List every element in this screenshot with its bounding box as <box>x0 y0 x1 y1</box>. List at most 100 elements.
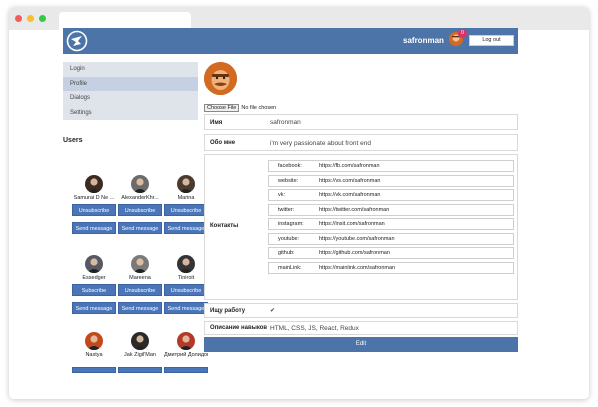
sidebar-item-settings[interactable]: Settings <box>63 106 198 121</box>
file-upload: Choose File No file chosen <box>204 104 276 112</box>
contact-field[interactable]: vk: https://vk.com/safronman <box>268 189 514 201</box>
user-card: Jak Zigil'Man <box>118 332 162 358</box>
about-value: i'm very passionate about front end <box>270 140 371 147</box>
user-action-button[interactable] <box>118 367 162 373</box>
notification-badge: 0 <box>458 29 467 38</box>
user-avatar[interactable] <box>177 332 195 350</box>
skills-value: HTML, CSS, JS, React, Redux <box>270 325 359 332</box>
user-avatar[interactable] <box>177 175 195 193</box>
user-avatar[interactable] <box>177 255 195 273</box>
subscribe-button[interactable]: Subscribe <box>72 284 116 296</box>
user-name: Nastya <box>85 352 103 358</box>
contact-field[interactable]: instagram: https://insit.com/safronman <box>268 218 514 230</box>
user-card: Дмитрий Долидов <box>164 332 208 358</box>
contact-value: https://youtube.com/safronman <box>319 235 395 242</box>
contact-field[interactable]: youtube: https://youtube.com/safronman <box>268 232 514 245</box>
send-message-button[interactable]: Send message <box>164 302 208 314</box>
minimize-window-icon[interactable] <box>27 15 34 22</box>
profile-name-row: Имя safronman <box>204 114 518 130</box>
contact-key: mainLink: <box>278 264 302 271</box>
profile-avatar-icon <box>204 62 237 95</box>
send-message-button[interactable]: Send message <box>164 222 208 234</box>
user-avatar-icon <box>179 335 193 350</box>
unsubscribe-button[interactable]: Unsubscribe <box>118 284 162 296</box>
no-file-label: No file chosen <box>241 105 277 111</box>
contact-field[interactable]: facebook: https://fb.com/safronman <box>268 160 514 172</box>
logout-button[interactable]: Log out <box>469 35 514 46</box>
send-message-button[interactable]: Send message <box>72 302 116 314</box>
profile-avatar <box>204 62 237 95</box>
user-avatar[interactable] <box>131 175 149 193</box>
user-action-button[interactable] <box>164 367 208 373</box>
contact-value: https://vs.com/safronman <box>319 177 381 184</box>
user-card: AlexanderKhr... <box>118 175 162 201</box>
send-message-button[interactable]: Send message <box>72 222 116 234</box>
contact-key: instagram: <box>278 221 304 227</box>
send-message-button[interactable]: Send message <box>118 302 162 314</box>
profile-job-row: Ищу работу ✔ <box>204 303 518 318</box>
about-label: Обо мне <box>210 140 236 146</box>
contact-key: vk: <box>278 192 286 198</box>
sidebar-item-login[interactable]: Login <box>63 62 198 77</box>
user-name: Дмитрий Долидов <box>164 352 208 358</box>
choose-file-button[interactable]: Choose File <box>204 104 240 112</box>
unsubscribe-button[interactable]: Unsubscribe <box>164 204 208 216</box>
user-avatar-icon <box>133 258 147 273</box>
name-label: Имя <box>210 120 223 126</box>
maximize-window-icon[interactable] <box>39 15 46 22</box>
browser-chrome <box>9 7 589 30</box>
user-avatar-icon <box>179 178 193 193</box>
user-card: Nastya <box>72 332 116 358</box>
unsubscribe-button[interactable]: Unsubscribe <box>164 284 208 296</box>
sidebar-item-profile[interactable]: Profile <box>63 76 198 91</box>
contact-value: https://fb.com/safronman <box>319 163 380 169</box>
profile-skills-row: Описание навыков HTML, CSS, JS, React, R… <box>204 321 518 335</box>
contact-value: https://insit.com/safronman <box>319 221 385 227</box>
contact-field[interactable]: mainLink: https://mainlink.com/safronman <box>268 261 514 274</box>
user-avatar[interactable] <box>131 332 149 350</box>
sidebar-item-dialogs[interactable]: Dialogs <box>63 91 198 106</box>
contact-key: twitter: <box>278 206 295 213</box>
user-avatar-icon <box>133 178 147 193</box>
user-name: Mareena <box>129 275 151 281</box>
user-card: Tiniroit <box>164 255 208 281</box>
user-card: Marina <box>164 175 208 201</box>
user-name: Marina <box>177 195 195 201</box>
skills-label: Описание навыков <box>210 325 268 331</box>
contact-field[interactable]: website: https://vs.com/safronman <box>268 174 514 187</box>
job-label: Ищу работу <box>210 308 246 314</box>
close-window-icon[interactable] <box>15 15 22 22</box>
send-message-button[interactable]: Send message <box>118 222 162 234</box>
contact-value: https://mainlink.com/safronman <box>319 264 396 271</box>
contact-key: website: <box>278 177 299 184</box>
contact-field[interactable]: github: https://github.com/safronman <box>268 247 514 259</box>
logo-icon <box>66 30 88 52</box>
name-value: safronman <box>270 119 301 126</box>
user-card: Samurai D Ne ... <box>72 175 116 201</box>
user-card: Mareena <box>118 255 162 281</box>
edit-button[interactable]: Edit <box>204 337 518 352</box>
user-avatar[interactable] <box>85 175 103 193</box>
sidebar-nav: Login Profile Dialogs Settings <box>63 62 198 120</box>
contact-field[interactable]: twitter: https://twitter.com/safronman <box>268 203 514 216</box>
header-username: safronman <box>403 36 444 45</box>
contacts-label: Контакты <box>210 223 239 229</box>
user-avatar-icon <box>87 178 101 193</box>
user-avatar[interactable] <box>85 255 103 273</box>
unsubscribe-button[interactable]: Unsubscribe <box>72 204 116 216</box>
job-checkbox[interactable]: ✔ <box>270 307 275 314</box>
contact-value: https://twitter.com/safronman <box>319 206 390 213</box>
unsubscribe-button[interactable]: Unsubscribe <box>118 204 162 216</box>
user-avatar[interactable] <box>85 332 103 350</box>
user-avatar-icon <box>133 335 147 350</box>
user-name: Tiniroit <box>177 275 195 281</box>
user-action-button[interactable] <box>72 367 116 373</box>
user-card: Essedger <box>72 255 116 281</box>
profile-about-row: Обо мне i'm very passionate about front … <box>204 134 518 151</box>
user-name: AlexanderKhr... <box>121 195 159 201</box>
contact-key: youtube: <box>278 235 300 242</box>
user-avatar-icon <box>179 258 193 273</box>
contact-value: https://vk.com/safronman <box>319 192 381 198</box>
app-header: safronman 0 Log out <box>63 28 518 54</box>
user-avatar[interactable] <box>131 255 149 273</box>
